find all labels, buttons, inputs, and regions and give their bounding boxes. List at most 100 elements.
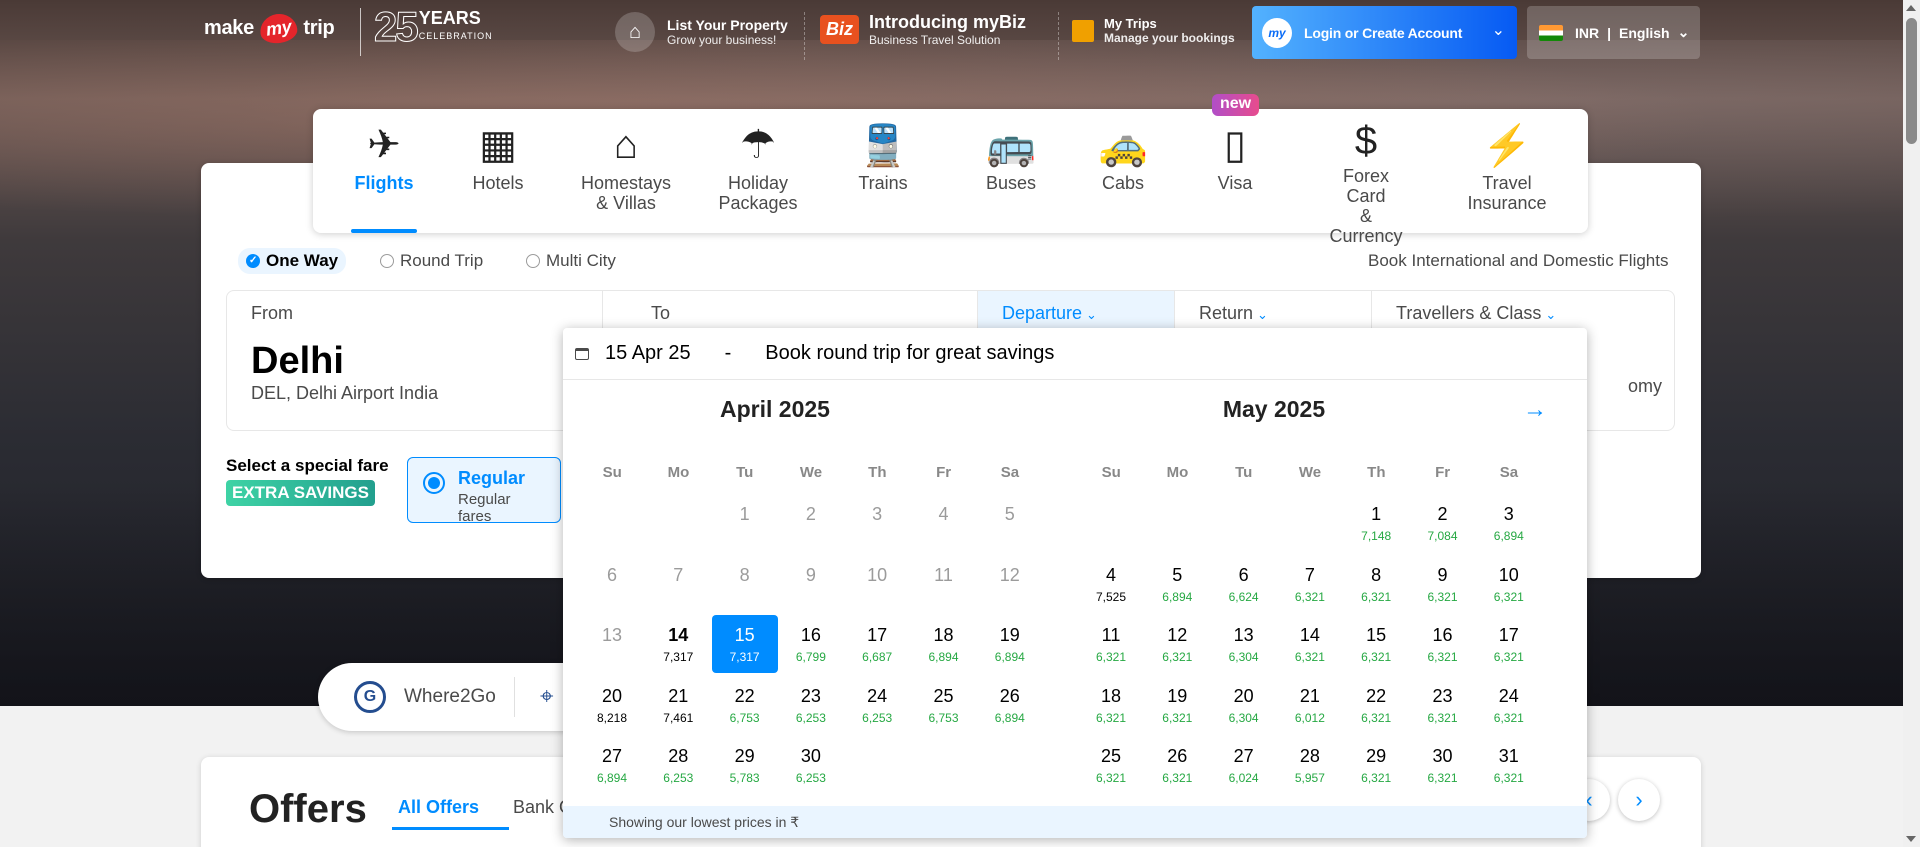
from-field[interactable]: From Delhi DEL, Delhi Airport India <box>227 291 603 430</box>
day-price: 6,321 <box>1095 710 1127 725</box>
my-trips-link[interactable]: My Trips Manage your bookings <box>1072 16 1235 45</box>
calendar-day[interactable]: 22 6,321 <box>1343 676 1409 734</box>
calendar-day[interactable]: 9 6,321 <box>1410 555 1476 613</box>
page-scrollbar[interactable] <box>1903 0 1920 847</box>
nav-visa[interactable]: ▯ Visa <box>1217 109 1253 233</box>
offers-next-button[interactable]: › <box>1618 779 1660 821</box>
round-trip-message[interactable]: Book round trip for great savings <box>765 342 1054 365</box>
nav-forex[interactable]: $ Forex Card & Currency <box>1321 109 1411 246</box>
calendar-day[interactable]: 17 6,687 <box>844 615 910 673</box>
train-icon: 🚆 <box>858 123 908 168</box>
scrollbar-thumb[interactable] <box>1906 18 1917 144</box>
day-number: 23 <box>1432 685 1453 706</box>
calendar-day[interactable]: 2 7,084 <box>1410 494 1476 552</box>
calendar-day-selected[interactable]: 15 7,317 <box>711 615 778 673</box>
calendar-day[interactable]: 7 6,321 <box>1277 555 1343 613</box>
calendar-day[interactable]: 13 6,304 <box>1211 615 1277 673</box>
calendar-day[interactable]: 18 6,321 <box>1078 676 1144 734</box>
day-number: 12 <box>999 564 1020 585</box>
calendar-day[interactable]: 29 6,321 <box>1343 736 1409 794</box>
trip-type-label: Round Trip <box>400 251 484 270</box>
calendar-day[interactable]: 28 6,253 <box>645 736 711 794</box>
calendar-day[interactable]: 27 6,894 <box>579 736 645 794</box>
calendar-day[interactable]: 16 6,799 <box>778 615 844 673</box>
calendar-day[interactable]: 15 6,321 <box>1343 615 1409 673</box>
nav-holiday-packages[interactable]: ☂ Holiday Packages <box>718 109 797 233</box>
calendar-day[interactable]: 28 5,957 <box>1277 736 1343 794</box>
trip-type-round-trip[interactable]: Round Trip <box>372 248 491 274</box>
calendar-day[interactable]: 6 6,624 <box>1211 555 1277 613</box>
nav-travel-insurance[interactable]: ⚡ Travel Insurance <box>1467 109 1547 233</box>
calendar-day[interactable]: 14 7,317 <box>645 615 711 673</box>
scroll-down-arrow-icon[interactable] <box>1906 836 1916 842</box>
calendar-day[interactable]: 27 6,024 <box>1211 736 1277 794</box>
trip-type-one-way[interactable]: One Way <box>238 248 347 274</box>
where2go-bar[interactable]: G Where2Go ⌖ <box>318 663 578 731</box>
login-button[interactable]: my Login or Create Account ⌄ <box>1252 6 1517 59</box>
nav-hotels[interactable]: ▦ Hotels <box>463 109 533 233</box>
calendar-day[interactable]: 30 6,321 <box>1410 736 1476 794</box>
calendar-day[interactable]: 5 6,894 <box>1144 555 1210 613</box>
calendar-day[interactable]: 3 6,894 <box>1476 494 1542 552</box>
calendar-day[interactable]: 12 6,321 <box>1144 615 1210 673</box>
calendar-day[interactable]: 19 6,321 <box>1144 676 1210 734</box>
nav-buses[interactable]: 🚌 Buses <box>983 109 1039 233</box>
calendar-day[interactable]: 25 6,753 <box>911 676 977 734</box>
currency-language-selector[interactable]: INR | English ⌄ <box>1527 6 1700 59</box>
mybiz-link[interactable]: Biz Introducing myBiz Business Travel So… <box>820 12 1026 47</box>
calendar-day[interactable]: 4 7,525 <box>1078 555 1144 613</box>
calendar-day[interactable]: 1 7,148 <box>1343 494 1409 552</box>
calendar-day[interactable]: 14 6,321 <box>1277 615 1343 673</box>
fare-option-regular[interactable]: Regular Regular fares <box>407 457 561 525</box>
calendar-day[interactable]: 22 6,753 <box>712 676 778 734</box>
calendar-day[interactable]: 24 6,321 <box>1476 676 1542 734</box>
calendar-day[interactable]: 19 6,894 <box>977 615 1043 673</box>
calendar-day[interactable]: 26 6,321 <box>1144 736 1210 794</box>
day-number: 13 <box>601 625 623 645</box>
insurance-icon: ⚡ <box>1482 123 1532 168</box>
day-number: 28 <box>1299 746 1320 766</box>
list-property-link[interactable]: ⌂ List Your Property Grow your business! <box>615 12 788 52</box>
calendar-day[interactable]: 18 6,894 <box>911 615 977 673</box>
calendar-day[interactable]: 31 6,321 <box>1476 736 1542 794</box>
day-price: 6,321 <box>1162 771 1193 785</box>
header-separator <box>804 12 805 60</box>
calendar-day[interactable]: 26 6,894 <box>977 676 1043 734</box>
nav-homestays[interactable]: ⌂ Homestays & Villas <box>578 109 674 233</box>
from-label: From <box>251 303 293 323</box>
day-number: 4 <box>1105 564 1116 585</box>
calendar-day[interactable]: 29 5,783 <box>712 736 778 794</box>
calendar-day[interactable]: 20 8,218 <box>579 676 645 734</box>
day-number: 25 <box>1100 746 1122 766</box>
locale-separator: | <box>1607 24 1612 41</box>
nav-trains[interactable]: 🚆 Trains <box>853 109 913 233</box>
trip-type-multi-city[interactable]: Multi City <box>518 248 624 274</box>
my-trips-title: My Trips <box>1104 16 1157 31</box>
calendar-day: 8 <box>712 555 778 613</box>
calendar-day[interactable]: 23 6,321 <box>1410 676 1476 734</box>
calendar-day[interactable]: 21 6,012 <box>1277 676 1343 734</box>
chevron-down-icon: ⌄ <box>1677 24 1690 40</box>
calendar-day[interactable]: 8 6,321 <box>1343 555 1409 613</box>
nav-flights[interactable]: ✈ Flights <box>351 109 417 233</box>
makemytrip-logo[interactable]: make my trip <box>204 11 335 46</box>
scroll-up-arrow-icon[interactable] <box>1906 5 1916 11</box>
calendar-day[interactable]: 24 6,253 <box>844 676 910 734</box>
weekday-label: Fr <box>936 464 952 481</box>
calendar-day[interactable]: 10 6,321 <box>1476 555 1542 613</box>
calendar-day[interactable]: 23 6,253 <box>778 676 844 734</box>
calendar-day[interactable]: 20 6,304 <box>1211 676 1277 734</box>
day-price: 6,321 <box>1361 771 1392 785</box>
calendar-day[interactable]: 17 6,321 <box>1476 615 1542 673</box>
calendar-day[interactable]: 30 6,253 <box>778 736 844 794</box>
map-pin-icon: ⌖ <box>540 683 554 710</box>
offers-tab-all[interactable]: All Offers <box>391 797 510 830</box>
calendar-day[interactable]: 21 7,461 <box>645 676 711 734</box>
calendar-day[interactable]: 25 6,321 <box>1078 736 1144 794</box>
day-price: 6,321 <box>1493 771 1524 785</box>
next-month-arrow-icon[interactable]: → <box>1523 396 1547 424</box>
chevron-down-icon: ⌄ <box>1545 307 1557 322</box>
calendar-day[interactable]: 16 6,321 <box>1410 615 1476 673</box>
nav-cabs[interactable]: 🚕 Cabs <box>1098 109 1148 233</box>
calendar-day[interactable]: 11 6,321 <box>1078 615 1144 673</box>
